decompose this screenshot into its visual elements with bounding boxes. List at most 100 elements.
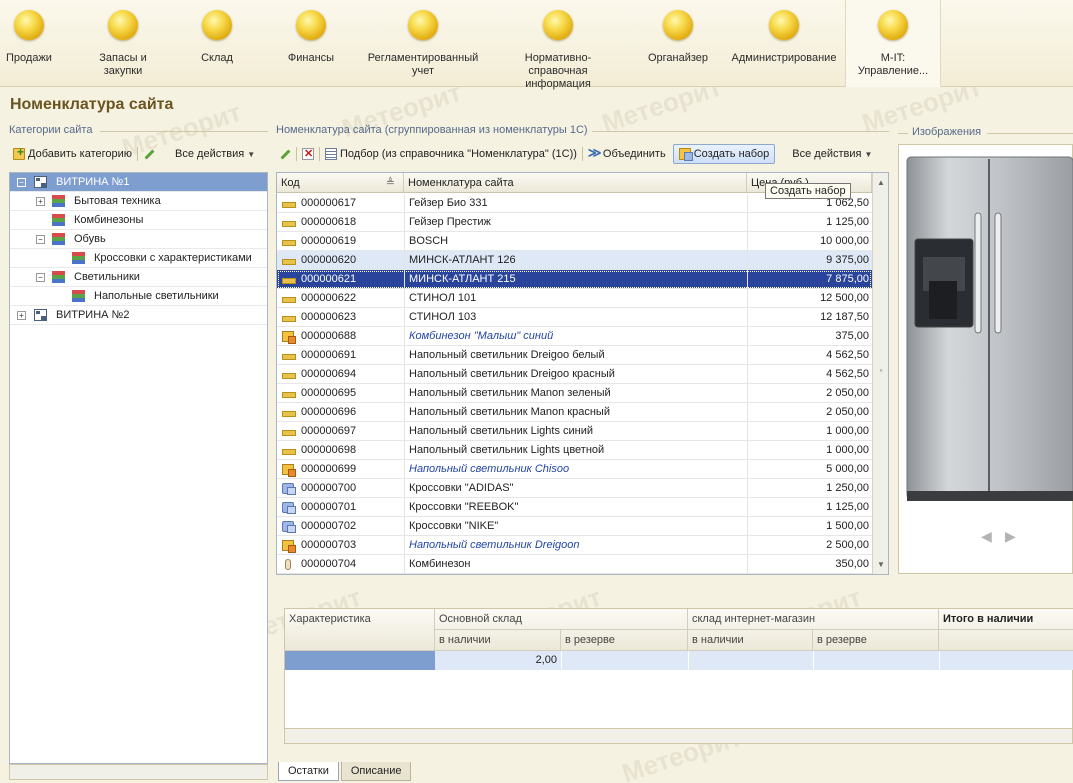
column-header-in-stock[interactable]: в наличии xyxy=(688,630,813,651)
merge-button[interactable]: Объединить xyxy=(585,144,669,164)
section-sales[interactable]: Продажи xyxy=(0,0,58,87)
section-reference-info[interactable]: Нормативно-справочная информация xyxy=(494,0,622,90)
cell-divider xyxy=(747,327,748,345)
next-image-icon[interactable]: ▶ xyxy=(1005,528,1016,545)
expand-icon[interactable]: + xyxy=(17,311,26,320)
tree-item[interactable]: − ВИТРИНА №1 xyxy=(10,173,267,192)
cell-price: 5 000,00 xyxy=(826,463,869,475)
section-administration[interactable]: Администрирование xyxy=(728,0,840,87)
section-m-it[interactable]: M-IT: Управление... xyxy=(845,0,941,87)
cell-name: Гейзер Престиж xyxy=(409,216,491,228)
table-row[interactable]: 000000622 СТИНОЛ 101 12 500,00 xyxy=(277,289,872,308)
scroll-up-icon[interactable]: ▲ xyxy=(873,175,888,190)
cell-divider xyxy=(747,232,748,250)
table-row[interactable]: 000000700 Кроссовки "ADIDAS" 1 250,00 xyxy=(277,479,872,498)
column-header-reserved[interactable]: в резерве xyxy=(561,630,688,651)
table-row[interactable]: 000000704 Комбинезон 350,00 xyxy=(277,555,872,574)
tree-item[interactable]: + ВИТРИНА №2 xyxy=(10,306,267,325)
column-header-reserved[interactable]: в резерве xyxy=(813,630,939,651)
set-icon xyxy=(282,464,296,477)
section-organizer[interactable]: Органайзер xyxy=(640,0,716,87)
stock-horizontal-scrollbar[interactable] xyxy=(284,728,1073,744)
section-finance[interactable]: Финансы xyxy=(280,0,342,87)
scroll-down-icon[interactable]: ▼ xyxy=(873,557,888,572)
column-header-total[interactable]: Итого в наличии xyxy=(939,609,1073,630)
category-icon xyxy=(72,290,85,302)
table-row[interactable]: 000000694 Напольный светильник Dreigoo кр… xyxy=(277,365,872,384)
section-icon xyxy=(202,10,232,40)
tab-stock[interactable]: Остатки xyxy=(278,762,339,781)
tree-item[interactable]: − Обувь xyxy=(10,230,267,249)
edit-category-button[interactable] xyxy=(140,144,158,164)
cell-divider xyxy=(404,365,405,383)
cell-divider xyxy=(404,422,405,440)
cell-divider xyxy=(747,517,748,535)
tree-item[interactable]: + Бытовая техника xyxy=(10,192,267,211)
add-category-button[interactable]: Добавить категорию xyxy=(10,144,135,164)
tree-item[interactable]: Напольные светильники xyxy=(10,287,267,306)
table-row[interactable]: 000000688 Комбинезон "Малыш" синий 375,00 xyxy=(277,327,872,346)
grid-body: 000000617 Гейзер Био 331 1 062,50 000000618… xyxy=(277,194,872,574)
cell-name: Напольный светильник Dreigoo белый xyxy=(409,349,605,361)
cell-divider xyxy=(404,384,405,402)
column-header-name[interactable]: Номенклатура сайта xyxy=(404,173,747,192)
divider xyxy=(987,133,1073,134)
cell-divider xyxy=(404,251,405,269)
cell-divider xyxy=(561,651,562,670)
expand-icon[interactable]: + xyxy=(36,197,45,206)
item-icon xyxy=(282,312,296,323)
collapse-icon[interactable]: − xyxy=(17,178,26,187)
table-row[interactable]: 000000620 МИНСК-АТЛАНТ 126 9 375,00 xyxy=(277,251,872,270)
column-header-main-warehouse[interactable]: Основной склад xyxy=(435,609,688,630)
table-row[interactable]: 000000691 Напольный светильник Dreigoo бе… xyxy=(277,346,872,365)
cell-price: 12 187,50 xyxy=(820,311,869,323)
cell-divider xyxy=(404,213,405,231)
grid-scrollbar[interactable]: ▲ ▫ ▼ xyxy=(872,173,888,574)
table-row[interactable]: 000000618 Гейзер Престиж 1 125,00 xyxy=(277,213,872,232)
section-icon xyxy=(296,10,326,40)
divider xyxy=(898,133,908,134)
collapse-icon[interactable]: − xyxy=(36,273,45,282)
create-set-button[interactable]: Создать набор xyxy=(672,144,776,164)
scroll-thumb[interactable]: ▫ xyxy=(873,363,888,378)
table-row[interactable]: 000000623 СТИНОЛ 103 12 187,50 xyxy=(277,308,872,327)
bottle-icon xyxy=(285,559,291,570)
section-stock-purchases[interactable]: Запасы и закупки xyxy=(85,0,161,87)
table-row[interactable]: 000000697 Напольный светильник Lights син… xyxy=(277,422,872,441)
table-row[interactable]: 000000698 Напольный светильник Lights цве… xyxy=(277,441,872,460)
tree-item[interactable]: Кроссовки с характеристиками xyxy=(10,249,267,268)
column-header-in-stock[interactable]: в наличии xyxy=(435,630,561,651)
pick-from-catalog-button[interactable]: Подбор (из справочника "Номенклатура" (1… xyxy=(322,144,580,164)
edit-item-button[interactable] xyxy=(276,144,294,164)
tab-description[interactable]: Описание xyxy=(340,762,412,781)
section-regulated-accounting[interactable]: Регламентированный учет xyxy=(362,0,484,87)
tree-item[interactable]: − Светильники xyxy=(10,268,267,287)
table-row[interactable]: 000000702 Кроссовки "NIKE" 1 500,00 xyxy=(277,517,872,536)
column-header-characteristic[interactable]: Характеристика xyxy=(285,609,435,651)
stock-row[interactable]: 2,00 xyxy=(285,651,1073,670)
item-icon xyxy=(282,274,296,285)
pencil-icon xyxy=(143,148,155,160)
tree-horizontal-scrollbar[interactable] xyxy=(9,764,268,780)
column-header-online-warehouse[interactable]: склад интернет-магазин xyxy=(688,609,939,630)
table-row[interactable]: 000000619 BOSCH 10 000,00 xyxy=(277,232,872,251)
delete-item-button[interactable] xyxy=(299,144,317,164)
nomenclature-all-actions-button[interactable]: Все действия ▼ xyxy=(789,144,875,164)
table-row[interactable]: 000000695 Напольный светильник Manon зеле… xyxy=(277,384,872,403)
table-row[interactable]: 000000621 МИНСК-АТЛАНТ 215 7 875,00 xyxy=(277,270,872,289)
cell-divider xyxy=(747,270,748,288)
previous-image-icon[interactable]: ◀ xyxy=(981,528,992,545)
cell-name: Напольный светильник Dreigoo красный xyxy=(409,368,615,380)
cell-divider xyxy=(939,651,940,670)
section-warehouse[interactable]: Склад xyxy=(187,0,247,87)
product-image[interactable] xyxy=(905,153,1073,509)
categories-all-actions-button[interactable]: Все действия ▼ xyxy=(172,144,258,164)
cell-price: 4 562,50 xyxy=(826,349,869,361)
tree-item[interactable]: Комбинезоны xyxy=(10,211,267,230)
collapse-icon[interactable]: − xyxy=(36,235,45,244)
table-row[interactable]: 000000701 Кроссовки "REEBOK" 1 125,00 xyxy=(277,498,872,517)
table-row[interactable]: 000000696 Напольный светильник Manon крас… xyxy=(277,403,872,422)
table-row[interactable]: 000000699 Напольный светильник Chisoo 5 00… xyxy=(277,460,872,479)
column-header-code[interactable]: Код ≜ xyxy=(277,173,404,192)
table-row[interactable]: 000000703 Напольный светильник Dreigoon 2 … xyxy=(277,536,872,555)
